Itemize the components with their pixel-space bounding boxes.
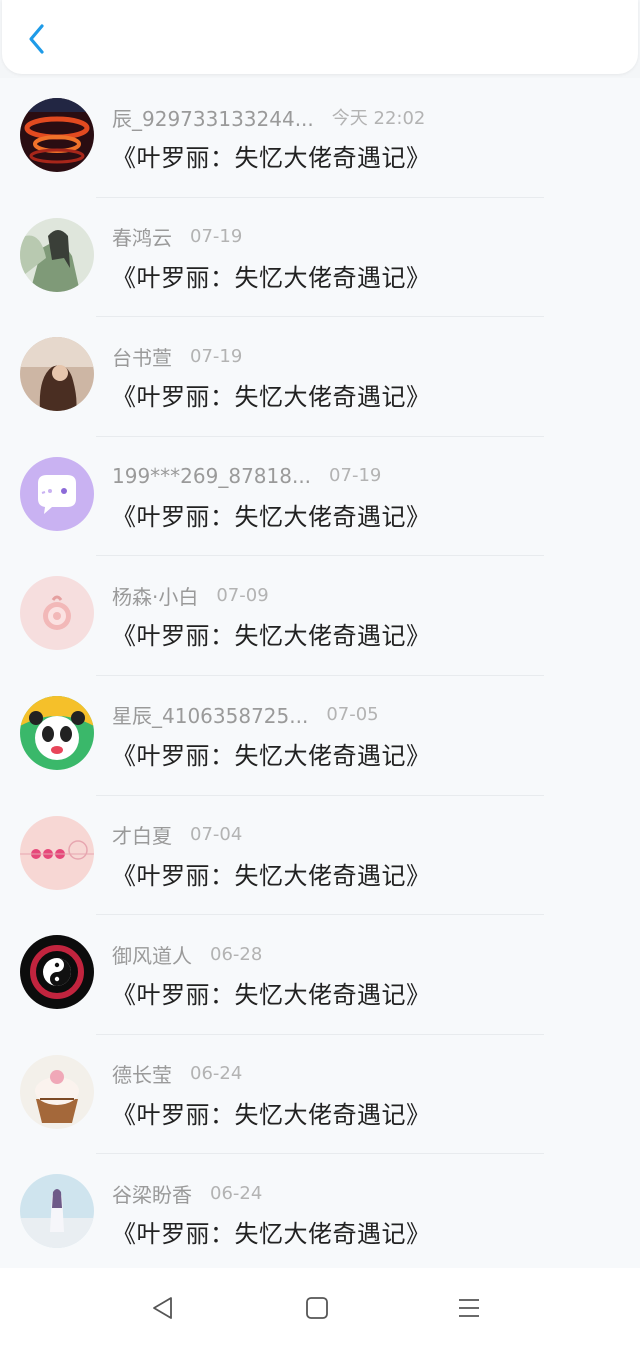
item-meta: 辰_929733133244... 今天 22:02	[112, 104, 612, 131]
avatar[interactable]	[20, 1174, 94, 1249]
chevron-left-icon	[29, 24, 44, 54]
list-item[interactable]: 199***269_87818... 07-19 《叶罗丽：失忆大佬奇遇记》	[0, 437, 640, 557]
avatar[interactable]	[20, 1054, 94, 1129]
item-meta: 台书萱 07-19	[112, 343, 612, 370]
user-name: 御风道人	[112, 943, 192, 968]
item-meta: 春鸿云 07-19	[112, 224, 612, 250]
list-item[interactable]: 才白夏 07-04 《叶罗丽：失忆大佬奇遇记》	[0, 796, 640, 916]
timestamp: 07-19	[190, 226, 243, 248]
timestamp: 07-19	[190, 345, 243, 367]
top-bar	[2, 0, 638, 74]
item-meta: 199***269_87818... 07-19	[112, 463, 612, 489]
timestamp: 07-05	[326, 704, 379, 726]
timestamp: 07-04	[190, 824, 243, 846]
item-meta: 御风道人 06-28	[112, 941, 612, 968]
timestamp: 06-24	[210, 1182, 263, 1204]
item-meta: 德长莹 06-24	[112, 1061, 612, 1087]
avatar[interactable]	[20, 456, 94, 531]
avatar[interactable]	[20, 217, 94, 292]
avatar[interactable]	[20, 576, 94, 651]
user-name: 辰_929733133244...	[112, 106, 314, 131]
user-name: 台书萱	[112, 345, 172, 370]
avatar[interactable]	[20, 935, 94, 1010]
list-item[interactable]: 德长莹 06-24 《叶罗丽：失忆大佬奇遇记》	[0, 1035, 640, 1155]
list-item[interactable]: 台书萱 07-19 《叶罗丽：失忆大佬奇遇记》	[0, 317, 640, 437]
message-list: 辰_929733133244... 今天 22:02 《叶罗丽：失忆大佬奇遇记》…	[0, 78, 640, 1268]
list-item[interactable]: 辰_929733133244... 今天 22:02 《叶罗丽：失忆大佬奇遇记》	[0, 78, 640, 198]
user-name: 谷梁盼香	[112, 1182, 192, 1207]
book-title: 《叶罗丽：失忆大佬奇遇记》	[112, 981, 431, 1010]
avatar[interactable]	[20, 815, 94, 890]
list-item[interactable]: 谷梁盼香 06-24 《叶罗丽：失忆大佬奇遇记》	[0, 1154, 640, 1274]
list-item[interactable]: 春鸿云 07-19 《叶罗丽：失忆大佬奇遇记》	[0, 198, 640, 318]
nav-back-button[interactable]	[143, 1288, 183, 1328]
book-title: 《叶罗丽：失忆大佬奇遇记》	[112, 263, 431, 292]
item-meta: 杨森·小白 07-09	[112, 582, 612, 609]
list-item[interactable]: 御风道人 06-28 《叶罗丽：失忆大佬奇遇记》	[0, 915, 640, 1035]
user-name: 杨森·小白	[112, 584, 199, 609]
avatar[interactable]	[20, 695, 94, 770]
timestamp: 07-09	[216, 584, 269, 606]
list-item[interactable]: 杨森·小白 07-09 《叶罗丽：失忆大佬奇遇记》	[0, 556, 640, 676]
timestamp: 今天 22:02	[331, 108, 426, 129]
back-button[interactable]	[22, 22, 52, 56]
book-title: 《叶罗丽：失忆大佬奇遇记》	[112, 502, 431, 531]
book-title: 《叶罗丽：失忆大佬奇遇记》	[112, 1100, 431, 1129]
nav-menu-button[interactable]	[449, 1288, 489, 1328]
system-nav-bar	[0, 1268, 640, 1348]
list-item[interactable]: 星辰_4106358725... 07-05 《叶罗丽：失忆大佬奇遇记》	[0, 676, 640, 796]
book-title: 《叶罗丽：失忆大佬奇遇记》	[112, 383, 431, 412]
timestamp: 06-24	[190, 1063, 243, 1085]
menu-lines-icon	[459, 1299, 479, 1317]
book-title: 《叶罗丽：失忆大佬奇遇记》	[112, 144, 431, 172]
item-meta: 才白夏 07-04	[112, 822, 612, 848]
user-name: 才白夏	[112, 824, 172, 849]
user-name: 199***269_87818...	[112, 463, 312, 488]
avatar[interactable]	[20, 337, 94, 412]
book-title: 《叶罗丽：失忆大佬奇遇记》	[112, 622, 431, 651]
timestamp: 06-28	[210, 943, 263, 965]
timestamp: 07-19	[329, 465, 382, 487]
triangle-back-icon	[153, 1297, 172, 1319]
item-meta: 星辰_4106358725... 07-05	[112, 702, 612, 728]
nav-home-button[interactable]	[297, 1288, 337, 1328]
user-name: 星辰_4106358725...	[112, 704, 309, 729]
book-title: 《叶罗丽：失忆大佬奇遇记》	[112, 1220, 431, 1249]
user-name: 春鸿云	[112, 226, 172, 251]
user-name: 德长莹	[112, 1063, 172, 1088]
book-title: 《叶罗丽：失忆大佬奇遇记》	[112, 741, 431, 770]
book-title: 《叶罗丽：失忆大佬奇遇记》	[112, 861, 431, 890]
square-home-icon	[306, 1297, 328, 1319]
avatar[interactable]	[20, 98, 94, 172]
item-meta: 谷梁盼香 06-24	[112, 1180, 612, 1207]
